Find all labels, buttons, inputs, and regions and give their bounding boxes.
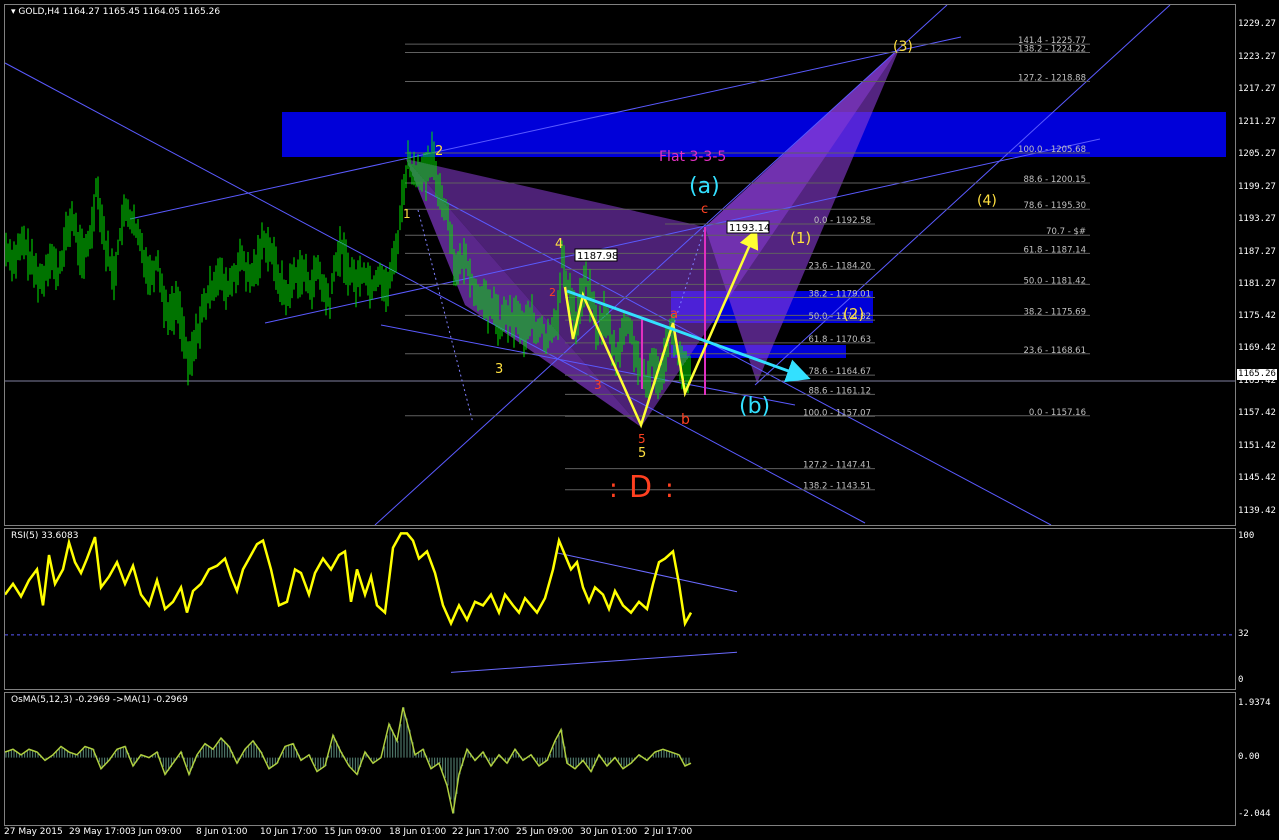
fib-label: 50.0 - 1181.42 bbox=[1023, 276, 1086, 286]
price-tick-label: 1205.27 bbox=[1238, 149, 1276, 160]
fib-label: 100.0 - 1157.07 bbox=[803, 408, 871, 418]
fib-label: 61.8 - 1187.14 bbox=[1023, 245, 1086, 255]
price-tick-label: 1157.42 bbox=[1238, 408, 1276, 419]
rsi-tick-label: 100 bbox=[1238, 531, 1255, 541]
fib-label: 61.8 - 1170.63 bbox=[808, 335, 871, 345]
fib-label: 88.6 - 1161.12 bbox=[808, 386, 871, 396]
wave-label: (a) bbox=[689, 174, 720, 199]
wave-label: 3 bbox=[495, 362, 503, 377]
fib-label: 0.0 - 1192.58 bbox=[814, 216, 871, 226]
wave-label: c bbox=[701, 202, 708, 217]
fib-label: 127.2 - 1218.88 bbox=[1018, 73, 1086, 83]
wave-label: 1193.14 bbox=[729, 223, 770, 234]
fib-label: 70.7 - $# bbox=[1046, 227, 1086, 237]
price-tick-label: 1169.42 bbox=[1238, 343, 1276, 354]
fib-label: 0.0 - 1157.16 bbox=[1029, 408, 1086, 418]
time-tick-label: 3 Jun 09:00 bbox=[130, 827, 182, 837]
wave-label: 2 bbox=[549, 286, 556, 299]
osma-tick-label: 1.9374 bbox=[1238, 697, 1271, 708]
fib-label: 78.6 - 1164.67 bbox=[808, 367, 871, 377]
time-tick-label: 2 Jul 17:00 bbox=[644, 827, 693, 837]
osma-pane[interactable]: OsMA(5,12,3) -0.2969 ->MA(1) -0.2969 bbox=[4, 692, 1236, 826]
wave-label: (3) bbox=[893, 39, 913, 55]
wave-label: (1) bbox=[790, 229, 811, 247]
fib-label: 138.2 - 1224.22 bbox=[1018, 45, 1086, 55]
price-axis: 1229.27 1223.27 1217.27 1211.27 1205.27 1199.… bbox=[1236, 4, 1279, 524]
price-tick-label: 1211.27 bbox=[1238, 116, 1276, 127]
price-tick-label: 1193.27 bbox=[1238, 214, 1276, 225]
time-tick-label: 25 Jun 09:00 bbox=[516, 827, 574, 837]
wave-label: 5 bbox=[638, 446, 646, 461]
time-tick-label: 18 Jun 01:00 bbox=[389, 827, 447, 837]
wave-label: (b) bbox=[739, 394, 770, 419]
osma-svg bbox=[5, 707, 692, 814]
osma-tick-label: 0.00 bbox=[1238, 751, 1260, 762]
rsi-tick-label: 0 bbox=[1238, 675, 1244, 685]
price-tick-label: 1187.27 bbox=[1238, 246, 1276, 257]
rsi-pane[interactable]: RSI(5) 33.6083 bbox=[4, 528, 1236, 690]
wave-label: (2) bbox=[843, 305, 864, 323]
rsi-tick-label: 32 bbox=[1238, 628, 1249, 639]
price-tick-label: 1139.42 bbox=[1238, 505, 1276, 516]
price-tick-label: 1223.27 bbox=[1238, 51, 1276, 62]
price-tick-label: 1229.27 bbox=[1238, 19, 1276, 30]
wave-label: 5 bbox=[638, 432, 646, 446]
wave-label: : bbox=[665, 474, 674, 504]
price-tick-label: 1199.27 bbox=[1238, 181, 1276, 192]
wave-label: b bbox=[681, 412, 690, 428]
price-tick-label: 1175.42 bbox=[1238, 310, 1276, 321]
time-tick-label: 15 Jun 09:00 bbox=[324, 827, 382, 837]
symbol-header: ▾ GOLD,H4 1164.27 1165.45 1164.05 1165.2… bbox=[11, 7, 221, 17]
fib-label: 23.6 - 1184.20 bbox=[808, 261, 871, 271]
wave-label: 4 bbox=[555, 237, 563, 252]
price-tick-label: 1151.42 bbox=[1238, 440, 1276, 451]
wave-label: a bbox=[670, 307, 678, 322]
osma-header: OsMA(5,12,3) -0.2969 ->MA(1) -0.2969 bbox=[11, 695, 188, 705]
wave-label: 1187.98 bbox=[577, 251, 618, 262]
price-chart-pane[interactable]: ▾ GOLD,H4 1164.27 1165.45 1164.05 1165.2… bbox=[4, 4, 1236, 526]
wave-label: 2 bbox=[435, 144, 443, 159]
fib-label: 38.2 - 1179.01 bbox=[808, 289, 871, 299]
time-tick-label: 22 Jun 17:00 bbox=[452, 827, 510, 837]
rsi-trendline-lower bbox=[450, 651, 738, 673]
rsi-line bbox=[5, 532, 693, 628]
rsi-axis: 100 32 0 bbox=[1236, 528, 1279, 688]
fib-label: 100.0 - 1205.68 bbox=[1018, 145, 1086, 155]
time-tick-label: 27 May 2015 bbox=[4, 827, 63, 837]
wave-label: Flat 3-3-5 bbox=[659, 149, 726, 165]
fib-label: 23.6 - 1168.61 bbox=[1023, 346, 1086, 356]
wave-label: 3 bbox=[594, 378, 602, 392]
collapse-triangle-icon[interactable]: ▾ bbox=[11, 7, 16, 17]
rsi-trendline-upper bbox=[556, 552, 738, 593]
osma-line bbox=[5, 707, 692, 814]
time-tick-label: 30 Jun 01:00 bbox=[580, 827, 638, 837]
price-tick-label: 1217.27 bbox=[1238, 84, 1276, 95]
wave-label: (4) bbox=[977, 193, 997, 209]
rsi-header: RSI(5) 33.6083 bbox=[11, 531, 79, 541]
price-tick-label: 1145.42 bbox=[1238, 473, 1276, 484]
osma-axis: 1.9374 0.00 -2.044 bbox=[1236, 692, 1279, 824]
time-tick-label: 10 Jun 17:00 bbox=[260, 827, 318, 837]
osma-tick-label: -2.044 bbox=[1238, 808, 1271, 819]
fib-label: 127.2 - 1147.41 bbox=[803, 461, 871, 471]
fib-label: 138.2 - 1143.51 bbox=[803, 482, 871, 492]
price-tick-label: 1181.27 bbox=[1238, 279, 1276, 290]
fib-label: 88.6 - 1200.15 bbox=[1023, 175, 1086, 185]
wave-label: D bbox=[629, 470, 652, 505]
current-price-badge: 1165.26 bbox=[1237, 369, 1277, 380]
time-tick-label: 29 May 17:00 bbox=[69, 827, 131, 837]
time-tick-label: 8 Jun 01:00 bbox=[196, 827, 248, 837]
wave-label: 1 bbox=[403, 207, 411, 221]
fib-label: 38.2 - 1175.69 bbox=[1023, 307, 1086, 317]
price-chart-svg: 141.4 - 1225.77138.2 - 1224.22127.2 - 12… bbox=[5, 5, 1235, 525]
time-axis: 27 May 2015 29 May 17:00 3 Jun 09:00 8 Jun … bbox=[4, 826, 1234, 840]
wave-label: : bbox=[609, 474, 618, 504]
rsi-svg bbox=[5, 532, 1235, 673]
fib-label: 78.6 - 1195.30 bbox=[1023, 201, 1086, 211]
